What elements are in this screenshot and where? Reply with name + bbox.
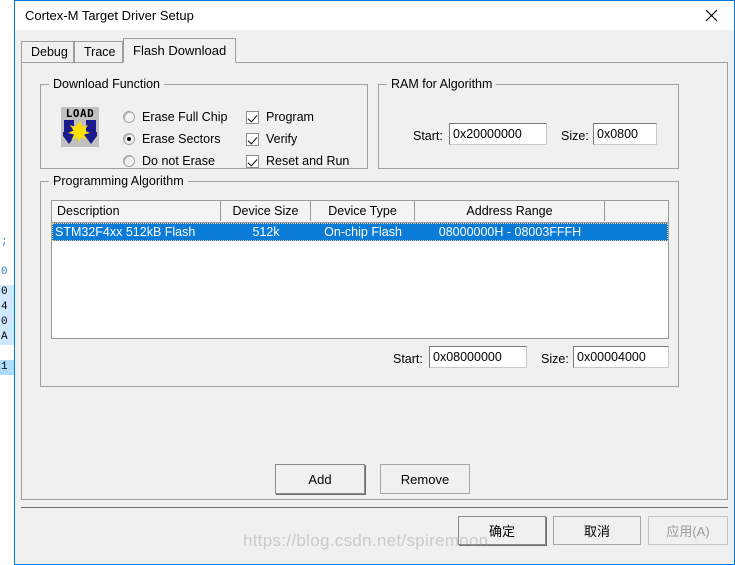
column-header-description[interactable]: Description <box>52 201 221 221</box>
radio-erase-sectors[interactable]: Erase Sectors <box>123 129 221 149</box>
algo-start-label: Start: <box>393 352 423 366</box>
bg-editor-line: 4 <box>0 300 14 315</box>
radio-erase-full-chip[interactable]: Erase Full Chip <box>123 107 227 127</box>
radio-indicator <box>123 155 135 167</box>
table-row[interactable]: STM32F4xx 512kB Flash 512k On-chip Flash… <box>52 223 668 241</box>
background-editor-strip: ; 0 0 4 0 A 1 <box>0 0 14 565</box>
radio-indicator <box>123 133 135 145</box>
radio-label: Erase Sectors <box>142 132 221 146</box>
watermark-text: https://blog.csdn.net/spiremoon <box>243 531 489 550</box>
window-title: Cortex-M Target Driver Setup <box>25 8 194 23</box>
column-header-device-size[interactable]: Device Size <box>221 201 311 221</box>
bg-editor-line: ; <box>1 236 8 248</box>
checkbox-reset-and-run[interactable]: Reset and Run <box>246 151 349 171</box>
close-button[interactable] <box>688 1 734 30</box>
algo-size-label: Size: <box>541 352 569 366</box>
ok-button[interactable]: 确定 <box>458 516 546 545</box>
checkbox-indicator <box>246 132 259 146</box>
cell-device-type: On-chip Flash <box>324 225 402 239</box>
checkbox-indicator <box>246 110 259 124</box>
ram-start-input[interactable]: 0x20000000 <box>449 123 547 145</box>
download-function-group: Download Function LOAD Erase Full Chip E… <box>40 77 368 171</box>
checkbox-indicator <box>246 154 259 168</box>
flash-download-panel: Download Function LOAD Erase Full Chip E… <box>21 62 728 500</box>
load-icon-text: LOAD <box>65 107 95 120</box>
column-header-spacer <box>605 201 668 221</box>
tab-flash-download[interactable]: Flash Download <box>123 38 236 63</box>
bg-editor-line: 1 <box>0 360 14 375</box>
cell-device-size: 512k <box>252 225 280 239</box>
programming-algorithm-title: Programming Algorithm <box>49 174 188 188</box>
checkbox-label: Reset and Run <box>266 154 350 168</box>
ram-start-label: Start: <box>413 129 443 143</box>
ram-size-input[interactable]: 0x0800 <box>593 123 657 145</box>
radio-label: Do not Erase <box>142 154 215 168</box>
load-icon: LOAD <box>60 107 100 148</box>
ram-for-algorithm-title: RAM for Algorithm <box>387 77 497 91</box>
title-bar: Cortex-M Target Driver Setup <box>15 0 734 30</box>
footer-separator <box>21 507 728 508</box>
column-header-device-type[interactable]: Device Type <box>311 201 415 221</box>
bg-editor-line: 0 <box>1 266 8 278</box>
checkbox-label: Program <box>266 110 314 124</box>
cell-address-range: 08000000H - 08003FFFH <box>438 225 582 239</box>
column-header-address-range[interactable]: Address Range <box>415 201 605 221</box>
table-header-row: Description Device Size Device Type Addr… <box>52 201 668 223</box>
algo-size-input[interactable]: 0x00004000 <box>573 346 669 368</box>
close-icon <box>705 9 718 22</box>
bg-editor-line: A <box>0 330 14 345</box>
tab-debug[interactable]: Debug <box>21 41 74 62</box>
download-function-title: Download Function <box>49 77 165 91</box>
tab-trace[interactable]: Trace <box>74 41 123 62</box>
ram-for-algorithm-group: RAM for Algorithm Start: 0x20000000 Size… <box>378 77 679 169</box>
radio-do-not-erase[interactable]: Do not Erase <box>123 151 215 171</box>
programming-algorithm-list[interactable]: Description Device Size Device Type Addr… <box>51 200 669 339</box>
cancel-button[interactable]: 取消 <box>553 516 641 545</box>
add-button[interactable]: Add <box>275 464 365 494</box>
tab-strip: Debug Trace Flash Download <box>21 38 728 63</box>
checkbox-label: Verify <box>266 132 298 146</box>
checkbox-program[interactable]: Program <box>246 107 314 127</box>
programming-algorithm-group: Programming Algorithm Description Device… <box>40 174 679 387</box>
remove-button[interactable]: Remove <box>380 464 470 494</box>
bg-editor-line: 0 <box>0 315 14 330</box>
radio-indicator <box>123 111 135 123</box>
radio-label: Erase Full Chip <box>142 110 228 124</box>
ram-size-label: Size: <box>561 129 589 143</box>
target-driver-setup-dialog: Cortex-M Target Driver Setup Debug Trace… <box>14 0 735 565</box>
apply-button: 应用(A) <box>648 516 728 545</box>
algo-start-input[interactable]: 0x08000000 <box>429 346 527 368</box>
load-icon-arrows <box>60 120 100 148</box>
bg-editor-line: 0 <box>0 285 14 300</box>
cell-description: STM32F4xx 512kB Flash <box>55 225 196 239</box>
checkbox-verify[interactable]: Verify <box>246 129 297 149</box>
